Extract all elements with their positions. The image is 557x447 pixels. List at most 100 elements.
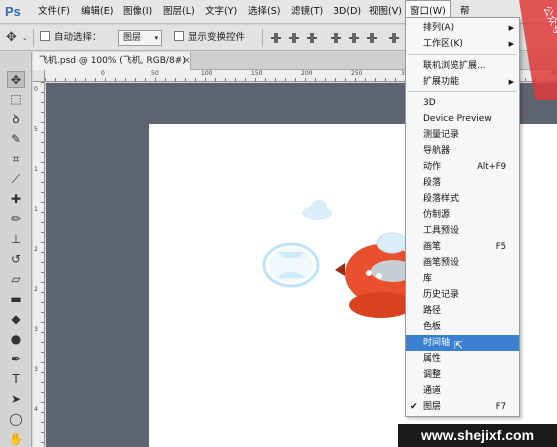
lasso-icon[interactable]: ꝺ <box>7 111 25 128</box>
menu-item-label: 历史记录 <box>423 290 460 300</box>
history-brush-icon[interactable]: ↺ <box>7 251 25 268</box>
checkbox-box[interactable] <box>174 31 184 41</box>
align-left-icon[interactable] <box>330 32 342 44</box>
magic-wand-icon[interactable]: ✎ <box>7 131 25 148</box>
menu-item-shortcut: F5 <box>495 242 506 252</box>
window-menu-item[interactable]: 调整 <box>406 367 519 383</box>
shape-icon[interactable]: ◯ <box>7 411 25 428</box>
align-hcenter-icon[interactable] <box>348 32 360 44</box>
checkbox-box[interactable] <box>40 31 50 41</box>
move-tool-preset-icon[interactable]: ✥ <box>6 25 17 51</box>
ruler-origin[interactable] <box>33 70 45 82</box>
ruler-tick-label: 100 <box>201 70 213 77</box>
menu-item-label: 3D <box>423 98 436 108</box>
menu-item-label: 时间轴 <box>423 338 451 348</box>
window-menu-item[interactable]: 画笔预设 <box>406 255 519 271</box>
ruler-tick-label: 4 <box>34 406 38 413</box>
window-menu-item[interactable]: 排列(A) ▶ <box>406 20 519 36</box>
window-menu-item[interactable]: 段落 <box>406 175 519 191</box>
chevron-down-icon: ▾ <box>154 34 158 42</box>
menu-item-label: 路径 <box>423 306 442 316</box>
checkmark-icon: ✔ <box>410 402 418 412</box>
vertical-ruler[interactable]: 0 5 1 1 2 2 3 3 4 <box>33 82 45 447</box>
show-transform-checkbox[interactable]: 显示变换控件 <box>174 25 245 51</box>
window-menu-item[interactable]: 时间轴 ⇱ <box>406 335 519 352</box>
menu-8[interactable]: 3D(D) <box>333 0 361 24</box>
menu-item-label: 段落样式 <box>423 194 460 204</box>
auto-select-target-dropdown[interactable]: 图层 ▾ <box>118 30 162 46</box>
window-menu-item[interactable]: 色板 <box>406 319 519 335</box>
window-menu-item[interactable]: 工作区(K) ▶ <box>406 36 519 52</box>
align-vcenter-icon[interactable] <box>288 32 300 44</box>
menu-7[interactable]: 滤镜(T) <box>291 0 323 24</box>
window-menu-item[interactable]: 属性 <box>406 351 519 367</box>
window-menu-item[interactable]: 历史记录 <box>406 287 519 303</box>
window-menu-item[interactable]: 段落样式 <box>406 191 519 207</box>
healing-brush-icon[interactable]: ✚ <box>7 191 25 208</box>
path-select-icon[interactable]: ➤ <box>7 391 25 408</box>
window-menu-item[interactable]: 工具预设 <box>406 223 519 239</box>
eraser-icon[interactable]: ▱ <box>7 271 25 288</box>
submenu-arrow-icon: ▶ <box>508 40 514 48</box>
ruler-tick-label: 2 <box>34 246 38 253</box>
window-menu-item[interactable]: 仿制源 <box>406 207 519 223</box>
tools-panel: ✥ ⬚ ꝺ ✎ ⌗ ⟋ ✚ ✏ ⊥ ↺ ▱ ▬ ◆ ● ✒ T ➤ ◯ ✋ <box>0 52 32 447</box>
type-icon[interactable]: T <box>7 371 25 388</box>
menu-item-label: 画笔预设 <box>423 258 460 268</box>
menu-item-label: 工具预设 <box>423 226 460 236</box>
menu-separator <box>408 54 517 55</box>
menu-item-label: 属性 <box>423 354 442 364</box>
document-tab[interactable]: 飞机.psd @ 100% (飞机, RGB/8#) <box>33 52 191 70</box>
pen-icon[interactable]: ✒ <box>7 351 25 368</box>
menu-item-label: 通道 <box>423 386 442 396</box>
align-top-icon[interactable] <box>270 32 282 44</box>
ruler-tick-label: 0 <box>34 86 38 93</box>
window-menu-item[interactable]: 联机浏览扩展... <box>406 58 519 74</box>
window-menu-item[interactable]: 图层 F7 ✔ <box>406 399 519 415</box>
window-menu-item[interactable]: Device Preview <box>406 111 519 127</box>
menu-2[interactable]: 编辑(E) <box>81 0 113 24</box>
menu-9[interactable]: 视图(V) <box>369 0 402 24</box>
hand-icon[interactable]: ✋ <box>7 431 25 447</box>
gradient-icon[interactable]: ▬ <box>7 291 25 308</box>
menu-separator <box>408 91 517 92</box>
window-menu-item[interactable]: 动作 Alt+F9 <box>406 159 519 175</box>
window-menu-item[interactable]: 库 <box>406 271 519 287</box>
align-right-icon[interactable] <box>366 32 378 44</box>
window-menu-item[interactable]: 扩展功能 ▶ <box>406 74 519 90</box>
propeller-icon <box>262 242 320 288</box>
ruler-tick-label: 2 <box>34 286 38 293</box>
divider <box>262 29 263 47</box>
distribute-icon[interactable] <box>388 32 400 44</box>
menu-item-label: 图层 <box>423 402 442 412</box>
window-menu-item[interactable]: 画笔 F5 <box>406 239 519 255</box>
eyedropper-icon[interactable]: ⟋ <box>7 171 25 188</box>
window-menu-item[interactable]: 路径 <box>406 303 519 319</box>
menu-item-label: 色板 <box>423 322 442 332</box>
menu-6[interactable]: 选择(S) <box>248 0 280 24</box>
brush-icon[interactable]: ✏ <box>7 211 25 228</box>
auto-select-checkbox[interactable]: 自动选择： <box>40 25 102 51</box>
clone-stamp-icon[interactable]: ⊥ <box>7 231 25 248</box>
blur-icon[interactable]: ◆ <box>7 311 25 328</box>
window-menu-item[interactable]: 3D <box>406 95 519 111</box>
cloud-icon <box>302 200 332 220</box>
menu-4[interactable]: 图层(L) <box>163 0 195 24</box>
menu-item-label: 扩展功能 <box>423 77 460 87</box>
menu-1[interactable]: 文件(F) <box>38 0 70 24</box>
dodge-icon[interactable]: ● <box>7 331 25 348</box>
chevron-down-icon[interactable]: ⌄ <box>22 25 28 51</box>
window-menu-item[interactable]: 测量记录 <box>406 127 519 143</box>
move-icon[interactable]: ✥ <box>7 71 25 88</box>
window-menu-item[interactable]: 导航器 <box>406 143 519 159</box>
menu-3[interactable]: 图像(I) <box>123 0 152 24</box>
submenu-arrow-icon: ▶ <box>508 24 514 32</box>
marquee-icon[interactable]: ⬚ <box>7 91 25 108</box>
close-icon[interactable]: × <box>183 52 191 70</box>
window-menu-item[interactable]: 通道 <box>406 383 519 399</box>
menu-5[interactable]: 文字(Y) <box>205 0 237 24</box>
align-bottom-icon[interactable] <box>306 32 318 44</box>
menu-item-label: 库 <box>423 274 433 284</box>
photoshop-logo-icon: Ps <box>5 4 21 19</box>
crop-icon[interactable]: ⌗ <box>7 151 25 168</box>
